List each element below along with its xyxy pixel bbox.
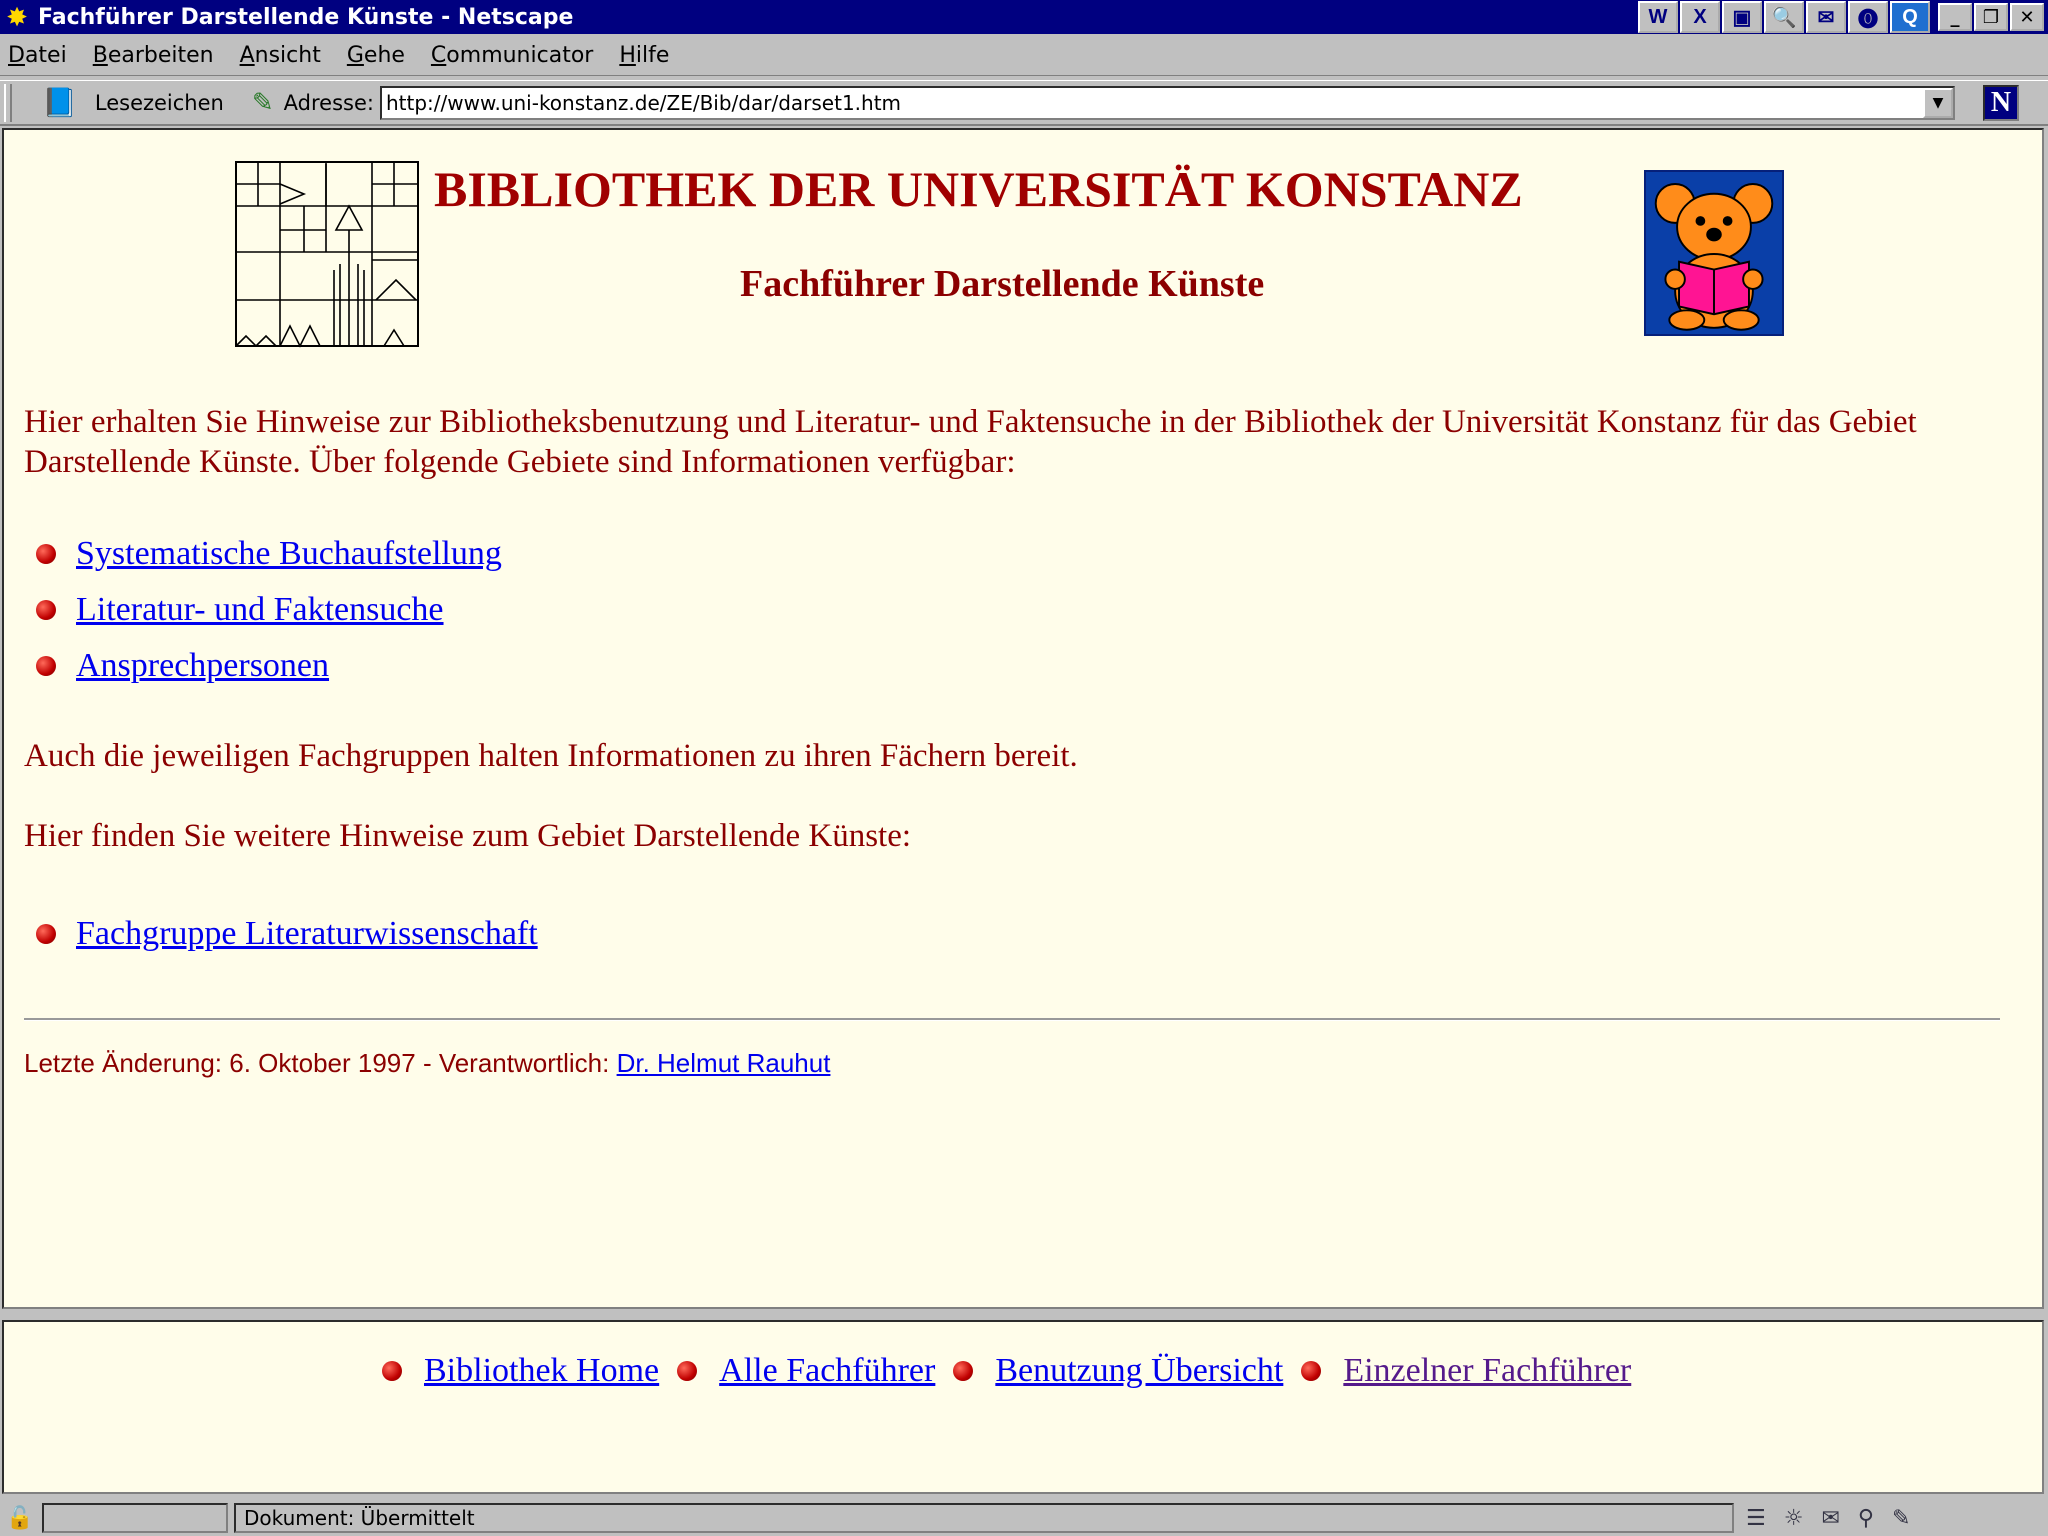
- menu-gehe[interactable]: Gehe: [347, 43, 405, 68]
- address-url: http://www.uni-konstanz.de/ZE/Bib/dar/da…: [385, 90, 902, 115]
- nav-benutzung-uebersicht[interactable]: Benutzung Übersicht: [995, 1352, 1283, 1390]
- composer-icon[interactable]: ✎: [1892, 1506, 1910, 1531]
- status-bar: 🔓 Dokument: Übermittelt ☰ ☼ ✉ ⚲ ✎: [0, 1500, 2048, 1536]
- main-content-frame: BIBLIOTHEK DER UNIVERSITÄT KONSTANZ Fach…: [2, 128, 2044, 1309]
- divider: [24, 1018, 2000, 1021]
- quicklaunch-tray: W X ▣ 🔍 ✉ ⓿ Q: [1638, 0, 1930, 34]
- bullet-icon: [382, 1361, 402, 1381]
- menu-bearbeiten[interactable]: Bearbeiten: [93, 43, 214, 68]
- address-input[interactable]: http://www.uni-konstanz.de/ZE/Bib/dar/da…: [379, 85, 1955, 120]
- search-icon[interactable]: 🔍: [1764, 1, 1804, 33]
- fachgruppen-note: Auch die jeweiligen Fachgruppen halten I…: [24, 738, 1078, 774]
- window-controls: _ ❐ ✕: [1938, 3, 2044, 31]
- restore-button[interactable]: ❐: [1974, 3, 2008, 31]
- koala-reading-icon: [1644, 170, 1784, 336]
- mailbox-icon[interactable]: ✉: [1821, 1506, 1839, 1531]
- nav-einzelner-fachfuehrer[interactable]: Einzelner Fachführer: [1343, 1352, 1631, 1390]
- page-subtitle: Fachführer Darstellende Künste: [740, 263, 1265, 305]
- bullet-icon: [36, 600, 56, 620]
- link-fachgruppe-literaturwissenschaft[interactable]: Fachgruppe Literaturwissenschaft: [76, 915, 538, 953]
- further-note: Hier finden Sie weitere Hinweise zum Geb…: [24, 818, 912, 854]
- bullet-icon: [36, 544, 56, 564]
- last-changed-note: Letzte Änderung: 6. Oktober 1997 - Veran…: [24, 1048, 830, 1079]
- menu-ansicht[interactable]: Ansicht: [240, 43, 321, 68]
- document-icon[interactable]: ☰: [1746, 1506, 1766, 1531]
- page-title: BIBLIOTHEK DER UNIVERSITÄT KONSTANZ: [434, 161, 1523, 217]
- list-item: Ansprechpersonen: [36, 638, 502, 694]
- list-item: Systematische Buchaufstellung: [36, 526, 502, 582]
- bookmarks-button[interactable]: Lesezeichen: [95, 91, 224, 115]
- address-label: Adresse:: [283, 90, 374, 115]
- info-icon[interactable]: ⓿: [1848, 1, 1888, 33]
- status-text: Dokument: Übermittelt: [234, 1503, 1734, 1533]
- menu-hilfe[interactable]: Hilfe: [619, 43, 669, 68]
- bullet-icon: [36, 656, 56, 676]
- toolbar-grip[interactable]: [4, 83, 12, 122]
- bookmark-icon[interactable]: 📘: [42, 86, 77, 119]
- link-systematische-buchaufstellung[interactable]: Systematische Buchaufstellung: [76, 535, 502, 573]
- powerpoint-icon[interactable]: ▣: [1722, 1, 1762, 33]
- netscape-icon[interactable]: ✸: [0, 0, 34, 34]
- find-icon[interactable]: Q: [1890, 1, 1930, 33]
- navigation-frame: Bibliothek Home Alle Fachführer Benutzun…: [2, 1320, 2044, 1494]
- minimize-button[interactable]: _: [1938, 3, 1972, 31]
- navigator-icon[interactable]: ☼: [1784, 1506, 1804, 1531]
- progress-bar: [42, 1503, 228, 1533]
- nav-bibliothek-home[interactable]: Bibliothek Home: [424, 1352, 659, 1390]
- topic-list: Systematische Buchaufstellung Literatur-…: [36, 526, 502, 694]
- location-bar: 📘 Lesezeichen ✎ Adresse: http://www.uni-…: [0, 80, 2048, 126]
- intro-text: Hier erhalten Sie Hinweise zur Bibliothe…: [24, 404, 1917, 480]
- menu-bar: Datei Bearbeiten Ansicht Gehe Communicat…: [0, 36, 2048, 76]
- menu-communicator[interactable]: Communicator: [431, 43, 593, 68]
- list-item: Literatur- und Faktensuche: [36, 582, 502, 638]
- window-title: Fachführer Darstellende Künste - Netscap…: [38, 4, 574, 30]
- last-changed-text: Letzte Änderung: 6. Oktober 1997 - Veran…: [24, 1048, 610, 1078]
- security-lock-icon[interactable]: 🔓: [0, 1502, 40, 1534]
- bullet-icon: [1301, 1361, 1322, 1381]
- university-logo: [235, 161, 419, 348]
- component-bar: ☰ ☼ ✉ ⚲ ✎: [1746, 1506, 1910, 1531]
- word-icon[interactable]: W: [1638, 1, 1678, 33]
- further-link-list: Fachgruppe Literaturwissenschaft: [36, 906, 538, 962]
- title-bar: ✸ Fachführer Darstellende Künste - Netsc…: [0, 0, 2048, 34]
- link-responsible-person[interactable]: Dr. Helmut Rauhut: [617, 1048, 831, 1078]
- list-item: Fachgruppe Literaturwissenschaft: [36, 906, 538, 962]
- close-button[interactable]: ✕: [2010, 3, 2044, 31]
- bullet-icon: [677, 1361, 698, 1381]
- link-literatur-und-faktensuche[interactable]: Literatur- und Faktensuche: [76, 591, 444, 629]
- mail-icon[interactable]: ✉: [1806, 1, 1846, 33]
- chevron-down-icon[interactable]: ▼: [1922, 87, 1953, 118]
- bottom-nav: Bibliothek Home Alle Fachführer Benutzun…: [382, 1352, 1649, 1390]
- netscape-logo-icon[interactable]: N: [1982, 84, 2019, 121]
- nav-alle-fachfuehrer[interactable]: Alle Fachführer: [719, 1352, 935, 1390]
- link-ansprechpersonen[interactable]: Ansprechpersonen: [76, 647, 329, 685]
- bullet-icon: [953, 1361, 974, 1381]
- menu-datei[interactable]: Datei: [8, 43, 67, 68]
- pin-icon[interactable]: ✎: [252, 87, 274, 118]
- newsgroups-icon[interactable]: ⚲: [1858, 1506, 1874, 1531]
- excel-icon[interactable]: X: [1680, 1, 1720, 33]
- bullet-icon: [36, 924, 56, 944]
